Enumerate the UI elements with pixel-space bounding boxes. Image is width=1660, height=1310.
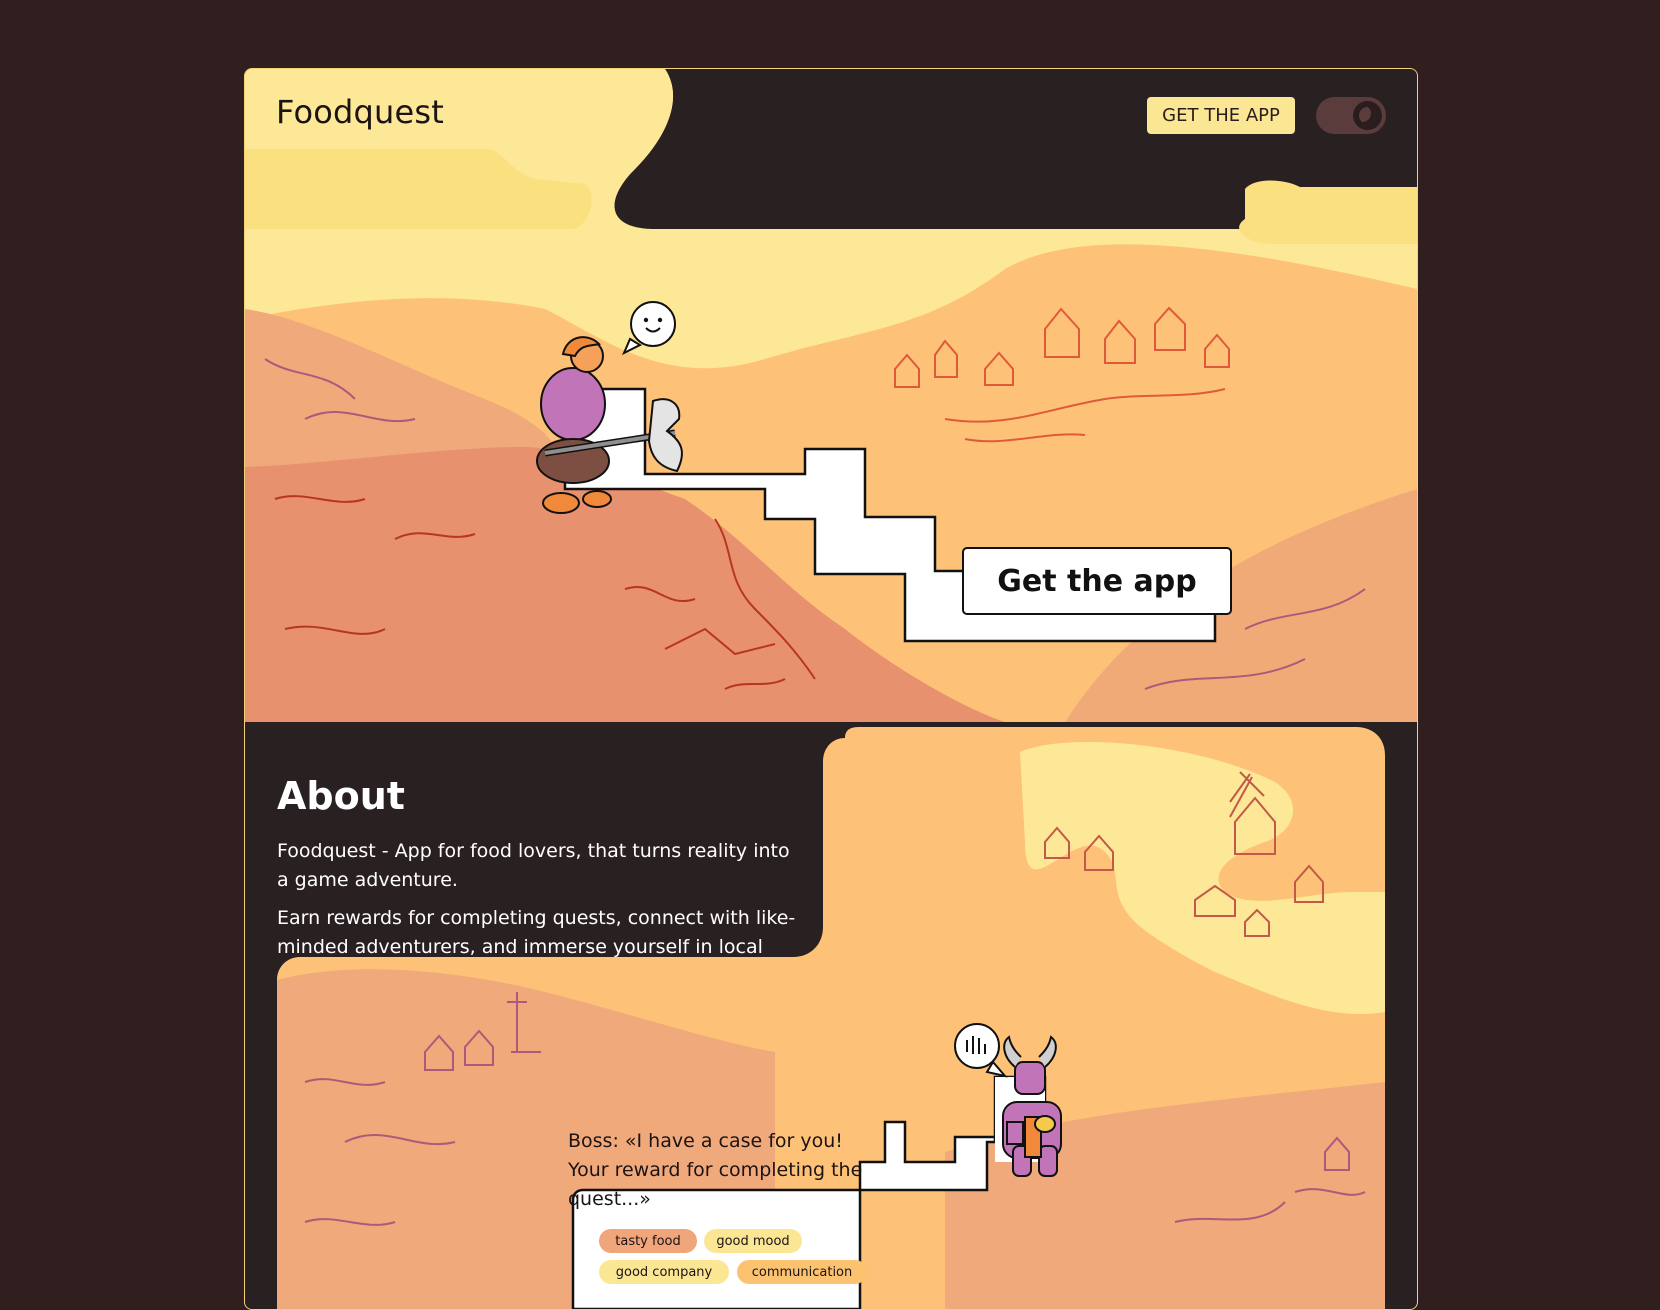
boss-dialog: Boss: «I have a case for you! Your rewar… bbox=[568, 1130, 863, 1210]
reward-tag-good-mood: good mood bbox=[704, 1229, 802, 1253]
page-card: Foodquest GET THE APP Get the app About … bbox=[244, 68, 1418, 1310]
reward-tag-tasty-food: tasty food bbox=[599, 1229, 697, 1253]
reward-tag-good-company: good company bbox=[599, 1260, 729, 1284]
quest-landscape bbox=[277, 727, 1385, 1309]
moon-icon bbox=[1353, 101, 1382, 130]
hero-landscape bbox=[245, 69, 1417, 722]
get-app-header-button[interactable]: GET THE APP bbox=[1147, 97, 1295, 134]
theme-toggle[interactable] bbox=[1316, 97, 1386, 134]
hero-section: Foodquest GET THE APP Get the app bbox=[245, 69, 1417, 722]
reward-tag-communication: communication bbox=[737, 1260, 867, 1284]
get-app-cta-button[interactable]: Get the app bbox=[962, 547, 1232, 615]
app-logo[interactable]: Foodquest bbox=[276, 93, 444, 131]
